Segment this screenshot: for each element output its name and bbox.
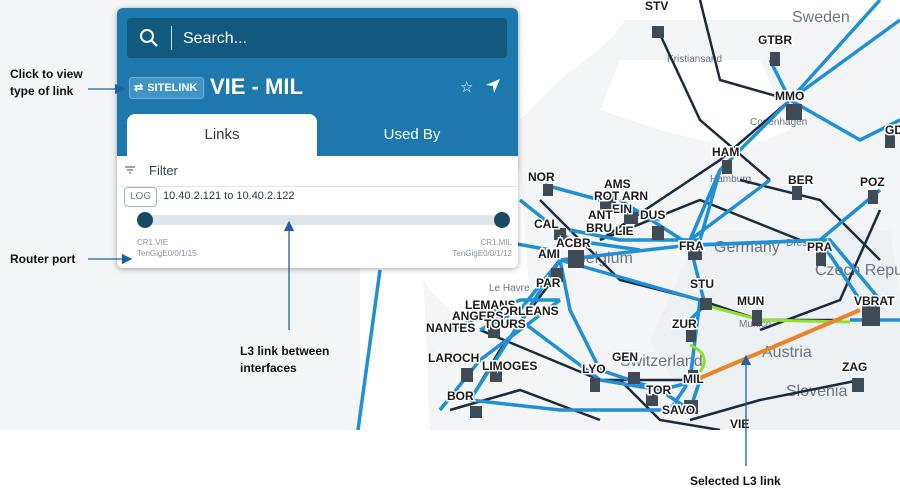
- node-label: LIE: [615, 224, 634, 238]
- node-label: ARN: [622, 189, 648, 203]
- link-type-badge[interactable]: ⇄ SITELINK: [129, 77, 205, 99]
- node-label: FRA: [679, 239, 704, 253]
- annotation-selected-link: Selected L3 link: [690, 474, 781, 488]
- node-label: AMI: [538, 247, 560, 261]
- node-label: ORLEANS: [500, 304, 559, 318]
- locate-arrow-icon[interactable]: [485, 78, 501, 94]
- node-label: PRA: [807, 240, 833, 254]
- search-bar[interactable]: [127, 18, 507, 58]
- annotation-l3-link: L3 link between interfaces: [240, 344, 330, 375]
- node-label: DUS: [640, 208, 665, 222]
- node-label: LYO: [582, 362, 606, 376]
- region-label: Sweden: [792, 9, 850, 26]
- node-label: BER: [788, 173, 814, 187]
- node-label: EIN: [612, 202, 632, 216]
- annotation-type-of-link: Click to view type of link: [10, 67, 83, 98]
- node-label: GEN: [612, 350, 638, 364]
- l3-link-bar[interactable]: [145, 215, 505, 225]
- node-label: STU: [690, 277, 714, 291]
- node-label: CAL: [534, 217, 559, 231]
- node-label: TOURS: [484, 317, 526, 331]
- node-label: MUN: [737, 294, 764, 308]
- swap-icon: ⇄: [134, 82, 144, 94]
- panel-header: ⇄ SITELINK VIE - MIL ☆ Links Used By: [117, 8, 518, 156]
- node-label: ROT: [594, 189, 620, 203]
- search-divider: [171, 26, 172, 50]
- node-label: ACBR: [556, 236, 591, 250]
- node-label: NOR: [528, 170, 555, 184]
- search-input[interactable]: [181, 26, 495, 52]
- node-label: GTBR: [758, 33, 792, 47]
- node-label: VIE: [730, 417, 749, 430]
- node-label: ZUR: [672, 317, 697, 331]
- node-label: ANT: [588, 208, 613, 222]
- node-label: PAR: [536, 276, 561, 290]
- tab-links[interactable]: Links: [127, 114, 317, 156]
- node-label: ZAG: [842, 360, 867, 374]
- node-label: SAVO: [662, 403, 695, 417]
- node-label: HAM: [712, 145, 739, 159]
- annotation-router-port: Router port: [10, 252, 76, 266]
- node-label: STV: [645, 0, 668, 13]
- router-port-a[interactable]: [137, 212, 153, 228]
- link-title: VIE - MIL: [210, 74, 303, 99]
- node-label: LAROCH: [428, 351, 479, 365]
- link-type-label: SITELINK: [147, 82, 198, 94]
- city-label: Le Havre: [489, 283, 530, 294]
- node-label: VBRAT: [854, 294, 895, 308]
- node-label: NANTES: [426, 321, 475, 335]
- node-label: MIL: [683, 372, 704, 386]
- node-label: POZ: [860, 175, 885, 189]
- node-label: BRU: [586, 221, 612, 235]
- filter-row[interactable]: Filter: [117, 156, 518, 187]
- node-label: TOR: [646, 383, 671, 397]
- search-icon[interactable]: [139, 28, 159, 48]
- node-label: GD: [885, 123, 900, 137]
- port-a-interface: TenGigE0/0/1/15: [137, 249, 197, 258]
- node-label: MMO: [775, 89, 804, 103]
- favorite-star-icon[interactable]: ☆: [460, 78, 473, 96]
- node-label: LIMOGES: [482, 359, 537, 373]
- filter-label[interactable]: Filter: [149, 163, 178, 178]
- tab-used-by[interactable]: Used By: [317, 114, 507, 156]
- filter-icon[interactable]: [125, 165, 135, 175]
- router-port-b[interactable]: [494, 212, 510, 228]
- port-b-interface: TenGigE0/0/1/12: [452, 249, 512, 258]
- node-label: BOR: [447, 389, 474, 403]
- link-details-panel: ⇄ SITELINK VIE - MIL ☆ Links Used By Fil…: [117, 8, 518, 268]
- ip-range: 10.40.2.121 to 10.40.2.122: [163, 190, 295, 202]
- log-badge[interactable]: LOG: [124, 187, 158, 207]
